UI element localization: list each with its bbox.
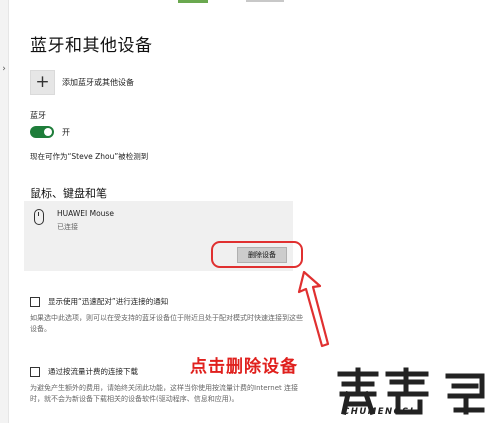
settings-page: › 蓝牙和其他设备 + 添加蓝牙或其他设备 蓝牙 开 现在可作为“Steve Z… [0, 0, 500, 423]
add-device-button[interactable]: + 添加蓝牙或其他设备 [30, 67, 134, 97]
discoverable-text: 现在可作为“Steve Zhou”被检测到 [30, 152, 149, 161]
swift-pair-checkbox[interactable] [30, 297, 40, 307]
annotation-text: 点击删除设备 [190, 357, 298, 377]
bluetooth-state-label: 开 [62, 128, 70, 137]
bluetooth-label: 蓝牙 [30, 111, 46, 120]
metered-download-option[interactable]: 通过按流量计费的连接下载 [30, 367, 138, 377]
device-status: 已连接 [57, 223, 78, 231]
top-accent-bar [178, 0, 208, 3]
device-name: HUAWEI Mouse [57, 209, 114, 218]
metered-download-checkbox[interactable] [30, 367, 40, 377]
swift-pair-option[interactable]: 显示使用“迅速配对”进行连接的通知 [30, 297, 168, 307]
swift-pair-description: 如果选中此选项，则可以在受支持的蓝牙设备位于附近且处于配对模式时快速连接到这些设… [30, 314, 303, 333]
metered-download-label: 通过按流量计费的连接下载 [48, 367, 138, 376]
add-device-label: 添加蓝牙或其他设备 [62, 77, 134, 87]
mouse-icon [34, 209, 44, 225]
collapse-chevron-icon[interactable]: › [0, 64, 8, 74]
plus-icon: + [30, 69, 55, 95]
page-title: 蓝牙和其他设备 [30, 36, 153, 56]
swift-pair-label: 显示使用“迅速配对”进行连接的通知 [48, 297, 169, 306]
watermark-text: CHUMENGSI [343, 407, 415, 417]
toggle-knob [44, 128, 52, 136]
annotation-arrow-icon [297, 270, 330, 348]
devices-section-title: 鼠标、键盘和笔 [30, 187, 107, 200]
metered-download-description: 为避免产生额外的费用，请始终关闭此功能，这样当你使用按流量计费的Internet… [30, 384, 299, 403]
bluetooth-toggle[interactable] [30, 126, 54, 138]
remove-device-button[interactable]: 删除设备 [237, 247, 287, 263]
top-divider [246, 0, 284, 2]
